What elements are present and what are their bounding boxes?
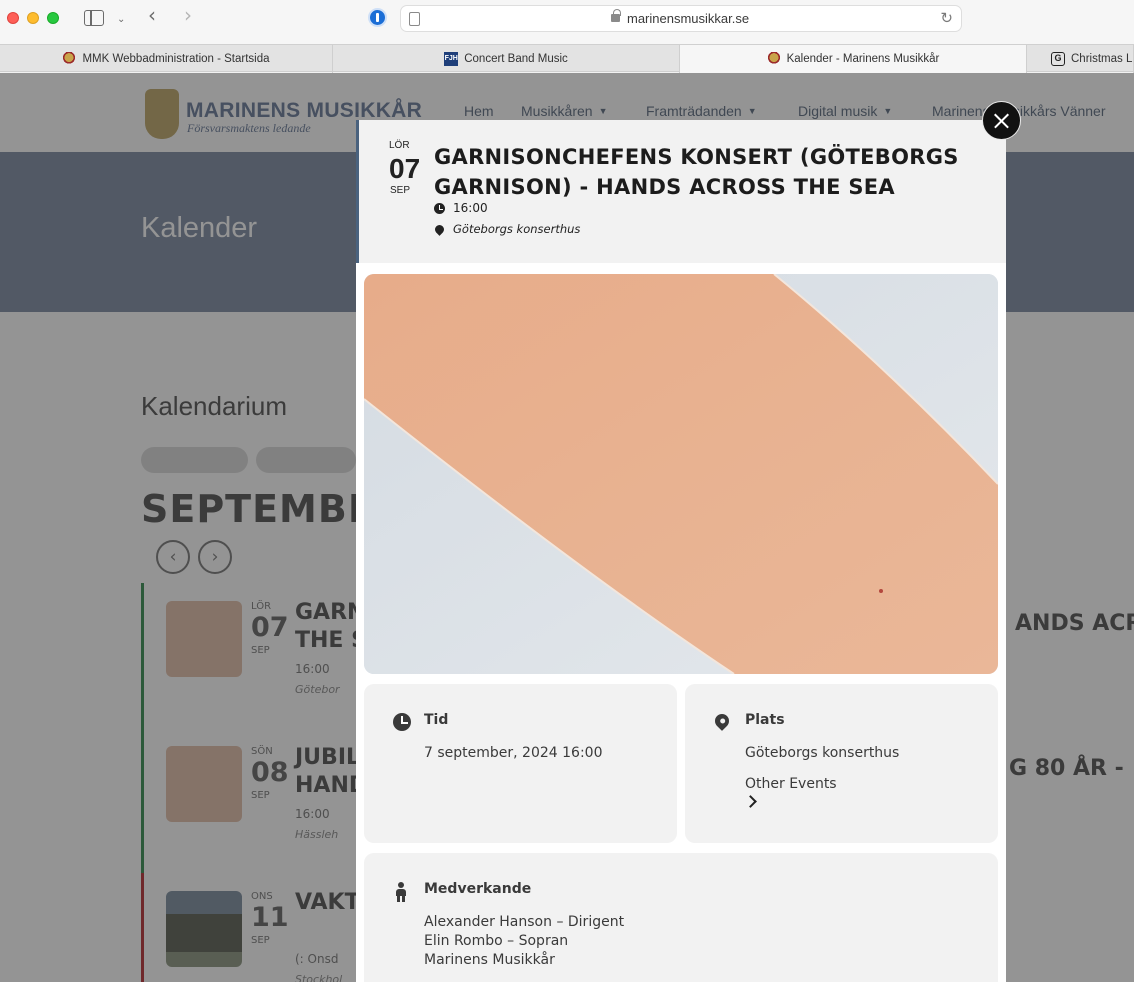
modal-day: 07	[389, 153, 421, 184]
location-card: Plats Göteborgs konserthus Other Events	[685, 684, 998, 843]
performer-item: Alexander Hanson – Dirigent	[424, 914, 625, 930]
person-icon	[394, 882, 408, 902]
time-label: Tid	[424, 712, 449, 728]
browser-toolbar: ⌄ ‹ › marinensmusikkar.se ↻	[0, 0, 1134, 44]
tab-label: MMK Webbadministration - Startsida	[82, 53, 270, 65]
event-modal: LÖR 07 SEP GARNISONCHEFENS KONSERT (GÖTE…	[356, 120, 1006, 982]
time-card: Tid 7 september, 2024 16:00	[364, 684, 677, 843]
minimize-window-button[interactable]	[27, 12, 39, 24]
crest-favicon-icon	[766, 52, 781, 66]
modal-dow: LÖR	[389, 140, 410, 151]
location-pin-icon	[433, 222, 446, 236]
tab-kalender[interactable]: Kalender - Marinens Musikkår	[680, 45, 1027, 73]
modal-month: SEP	[390, 185, 411, 196]
password-manager-icon[interactable]	[368, 8, 387, 27]
other-events-link[interactable]: Other Events	[745, 775, 837, 794]
location-pin-icon	[712, 711, 732, 731]
fjh-favicon-icon: FJH	[444, 52, 459, 66]
clock-icon	[434, 202, 445, 214]
tab-label: Kalender - Marinens Musikkår	[786, 53, 940, 65]
tab-concert-band[interactable]: FJH Concert Band Music	[333, 45, 680, 73]
time-value: 7 september, 2024 16:00	[424, 745, 603, 761]
close-window-button[interactable]	[7, 12, 19, 24]
chevron-right-icon[interactable]	[744, 795, 757, 808]
lock-icon	[611, 9, 621, 22]
xmas-favicon-icon: G	[1051, 52, 1065, 66]
performer-item: Elin Rombo – Sopran	[424, 933, 569, 949]
modal-time: 16:00	[453, 201, 488, 215]
crest-favicon-icon	[62, 52, 77, 66]
forward-icon[interactable]: ›	[184, 5, 192, 25]
clock-icon	[393, 713, 411, 731]
location-value: Göteborgs konserthus	[745, 745, 900, 761]
modal-time-row: 16:00	[434, 201, 488, 215]
modal-title: GARNISONCHEFENS KONSERT (GÖTEBORGS GARNI…	[434, 145, 959, 199]
chevron-down-icon[interactable]: ⌄	[117, 10, 125, 30]
sidebar-toggle-icon[interactable]	[84, 10, 104, 26]
tab-label: Christmas L	[1071, 53, 1133, 65]
page-icon	[409, 12, 420, 26]
tab-mmk-admin[interactable]: MMK Webbadministration - Startsida	[0, 45, 333, 73]
modal-header: LÖR 07 SEP GARNISONCHEFENS KONSERT (GÖTE…	[356, 120, 1006, 263]
tab-christmas[interactable]: G Christmas L	[1027, 45, 1134, 73]
event-image	[364, 274, 998, 674]
back-icon[interactable]: ‹	[148, 5, 156, 25]
tab-label: Concert Band Music	[464, 53, 568, 65]
tab-bar: MMK Webbadministration - Startsida FJH C…	[0, 44, 1134, 73]
modal-location: Göteborgs konserthus	[453, 222, 581, 236]
reload-icon[interactable]: ↻	[940, 9, 953, 27]
address-bar[interactable]: marinensmusikkar.se ↻	[400, 5, 962, 32]
location-label: Plats	[745, 712, 785, 728]
url-text: marinensmusikkar.se	[627, 11, 750, 26]
performers-label: Medverkande	[424, 881, 532, 897]
zoom-window-button[interactable]	[47, 12, 59, 24]
close-modal-button[interactable]	[982, 101, 1021, 140]
performers-card: Medverkande Alexander Hanson – Dirigent …	[364, 853, 998, 982]
modal-location-row: Göteborgs konserthus	[433, 222, 581, 236]
performer-item: Marinens Musikkår	[424, 952, 555, 968]
